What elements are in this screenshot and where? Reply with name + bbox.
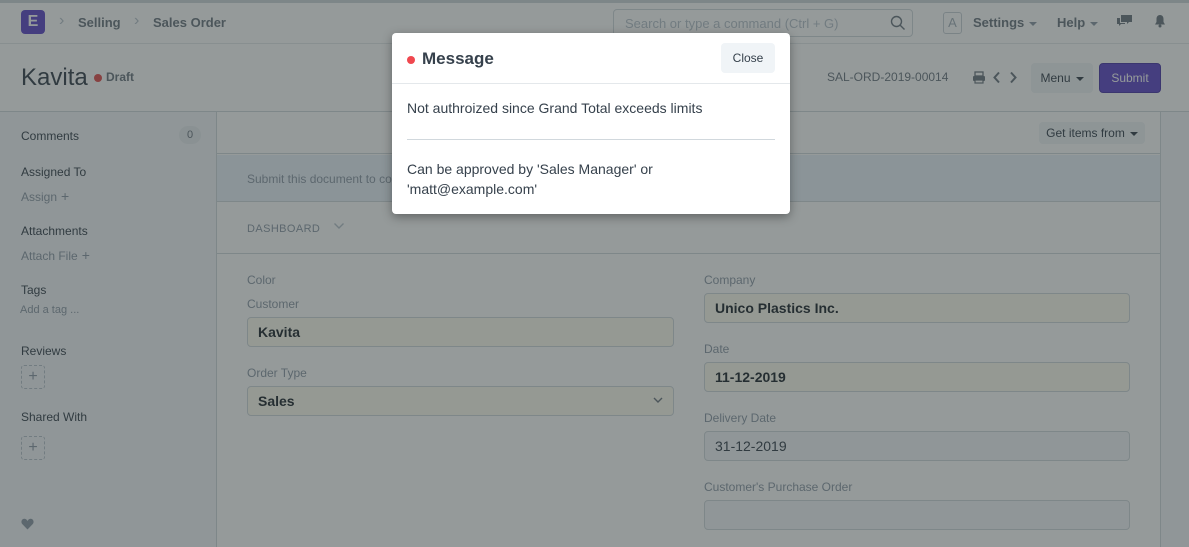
- approver-message-line-2: 'matt@example.com': [407, 181, 538, 197]
- divider: [407, 139, 775, 140]
- dialog-title: Message: [422, 49, 494, 68]
- error-message: Not authroized since Grand Total exceeds…: [407, 100, 703, 116]
- close-button[interactable]: Close: [721, 43, 775, 73]
- message-dialog: Message Close Not authroized since Grand…: [392, 33, 790, 214]
- dialog-header: Message Close: [392, 33, 790, 84]
- indicator-dot: [407, 56, 415, 64]
- approver-message-line-1: Can be approved by 'Sales Manager' or: [407, 161, 653, 177]
